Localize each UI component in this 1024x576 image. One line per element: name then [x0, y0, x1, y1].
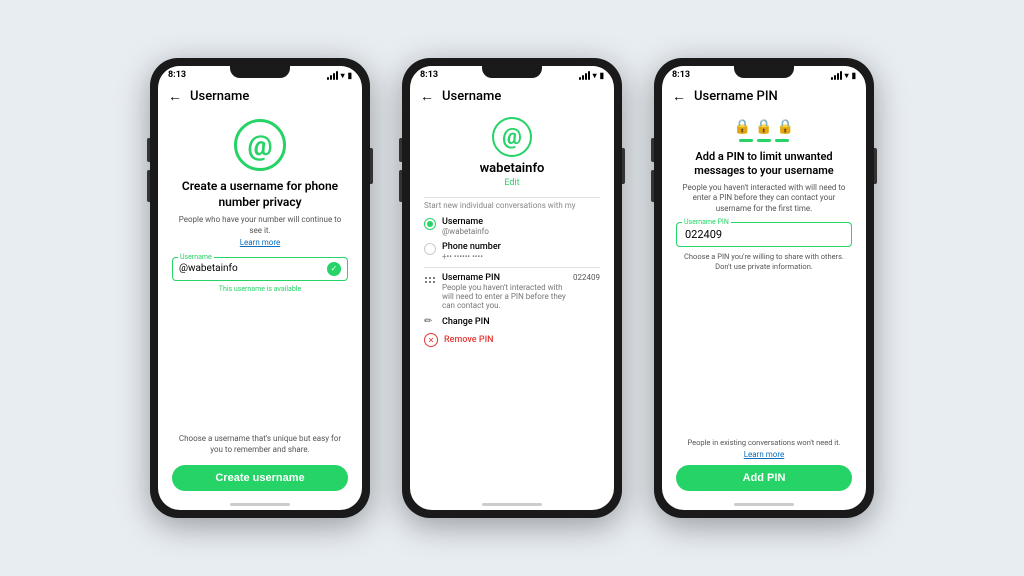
p1-body: @ Create a username for phone number pri… [158, 111, 362, 499]
pin-input-group[interactable]: Username PIN 022409 [676, 222, 852, 247]
option-phone-subtitle: +•• •••••• •••• [442, 252, 600, 261]
at-symbol-icon-1: @ [234, 119, 286, 171]
p3-title: Add a PIN to limit unwanted messages to … [676, 150, 852, 179]
pin-input-label: Username PIN [682, 218, 731, 226]
p3-bottom-note: People in existing conversations won't n… [687, 438, 840, 448]
radio-phone[interactable] [424, 243, 436, 255]
username-input-group[interactable]: Username @wabetainfo ✓ [172, 257, 348, 281]
remove-pin-row[interactable]: ✕ Remove PIN [424, 330, 600, 350]
back-button-3[interactable]: ← [672, 88, 686, 105]
option-phone[interactable]: Phone number +•• •••••• •••• [424, 239, 600, 264]
p2-edit-link[interactable]: Edit [504, 178, 519, 188]
option-username-subtitle: @wabetainfo [442, 227, 600, 236]
change-pin-label[interactable]: Change PIN [442, 317, 490, 327]
option-username-title: Username [442, 217, 600, 227]
header-title-3: Username PIN [694, 89, 778, 104]
wifi-icon-1: ▾ [341, 71, 345, 80]
signal-icon-3 [831, 71, 842, 80]
home-indicator-2 [482, 503, 542, 506]
available-text: This username is available [219, 285, 301, 293]
signal-icon-1 [327, 71, 338, 80]
p3-subtitle: People you haven't interacted with will … [676, 183, 852, 214]
p3-hint-1: Choose a PIN you're willing to share wit… [684, 252, 844, 262]
home-indicator-3 [734, 503, 794, 506]
at-symbol-icon-2: @ [492, 117, 532, 157]
username-input-value: @wabetainfo [179, 263, 238, 274]
remove-pin-label[interactable]: Remove PIN [444, 335, 494, 345]
battery-icon-1: ▮ [348, 71, 352, 80]
check-icon: ✓ [327, 262, 341, 276]
learn-more-link-3[interactable]: Learn more [744, 450, 784, 459]
app-header-3: ← Username PIN [662, 82, 866, 111]
create-username-title: Create a username for phone number priva… [172, 179, 348, 210]
option-phone-title: Phone number [442, 242, 600, 252]
pin-subtitle: People you haven't interacted with will … [442, 283, 567, 310]
pin-badge: 022409 [573, 273, 600, 282]
pin-row: Username PIN People you haven't interact… [424, 270, 600, 313]
app-header-1: ← Username [158, 82, 362, 111]
wifi-icon-2: ▾ [593, 71, 597, 80]
header-title-2: Username [442, 89, 501, 104]
learn-more-link-1[interactable]: Learn more [240, 238, 280, 247]
create-username-button[interactable]: Create username [172, 465, 348, 491]
battery-icon-2: ▮ [600, 71, 604, 80]
header-title-1: Username [190, 89, 249, 104]
wifi-icon-3: ▾ [845, 71, 849, 80]
phone-2: 8:13 ▾ ▮ ← Username @ wabetainfo Edit [402, 58, 622, 518]
option-username[interactable]: Username @wabetainfo [424, 214, 600, 239]
status-time-2: 8:13 [420, 70, 438, 80]
p2-body: @ wabetainfo Edit Start new individual c… [410, 111, 614, 499]
username-input-label: Username [178, 253, 214, 261]
pin-title: Username PIN [442, 273, 567, 283]
status-time-1: 8:13 [168, 70, 186, 80]
lock-icon-2: 🔒 [755, 119, 772, 135]
battery-icon-3: ▮ [852, 71, 856, 80]
remove-icon: ✕ [424, 333, 438, 347]
pin-input-value: 022409 [685, 227, 843, 242]
lock-icon-1: 🔒 [734, 119, 751, 135]
status-time-3: 8:13 [672, 70, 690, 80]
phone-3: 8:13 ▾ ▮ ← Username PIN 🔒 🔒 [654, 58, 874, 518]
p2-username: wabetainfo [480, 161, 545, 176]
lock-icons-row: 🔒 🔒 🔒 [734, 119, 794, 135]
underline-decoration [739, 139, 789, 142]
radio-username[interactable] [424, 218, 436, 230]
pencil-icon: ✏ [424, 316, 436, 327]
p3-body: 🔒 🔒 🔒 Add a PIN to limit unwanted messag… [662, 111, 866, 499]
p3-hint-2: Don't use private information. [715, 262, 813, 272]
phone-1: 8:13 ▾ ▮ ← Username @ C [150, 58, 370, 518]
back-button-2[interactable]: ← [420, 88, 434, 105]
lock-icon-3: 🔒 [777, 119, 794, 135]
home-indicator-1 [230, 503, 290, 506]
p2-section-label: Start new individual conversations with … [424, 201, 600, 210]
dots-menu-icon [424, 274, 436, 286]
add-pin-button[interactable]: Add PIN [676, 465, 852, 491]
bottom-hint-1: Choose a username that's unique but easy… [172, 428, 348, 461]
signal-icon-2 [579, 71, 590, 80]
change-pin-row[interactable]: ✏ Change PIN [424, 313, 600, 330]
app-header-2: ← Username [410, 82, 614, 111]
p1-subtitle: People who have your number will continu… [172, 215, 348, 236]
back-button-1[interactable]: ← [168, 88, 182, 105]
